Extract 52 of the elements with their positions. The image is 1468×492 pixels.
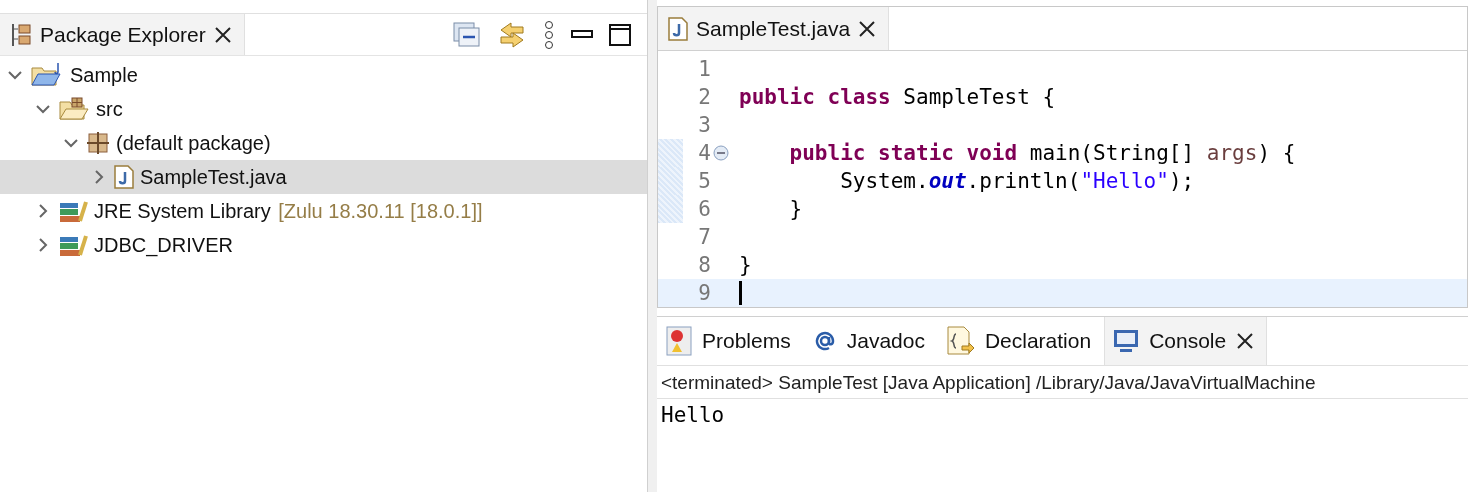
text-cursor [739, 281, 742, 305]
line-number: 5 [697, 169, 711, 193]
line-number: 8 [697, 253, 711, 277]
tree-item-label: src [96, 97, 123, 121]
tree-item-label: SampleTest.java [140, 165, 287, 189]
tree-item[interactable]: src [0, 92, 647, 126]
collapse-icon[interactable] [713, 145, 729, 161]
tree-item[interactable]: JDBC_DRIVER [0, 228, 647, 262]
line-number: 4 [697, 141, 711, 165]
code-line: public class SampleTest { [739, 85, 1056, 109]
tree-item[interactable]: (default package) [0, 126, 647, 160]
line-number: 1 [697, 57, 711, 81]
tree-item-label: JDBC_DRIVER [94, 233, 233, 257]
tree-item-label: JRE System Library [Zulu 18.30.11 [18.0.1]] [94, 199, 483, 223]
line-number: 6 [697, 197, 711, 221]
books-icon [58, 233, 88, 257]
tree-item[interactable]: SampleTest.java [0, 160, 647, 194]
more-vertical-icon[interactable] [543, 19, 555, 50]
line-number: 9 [697, 281, 711, 305]
editor-tab[interactable]: SampleTest.java [658, 7, 890, 50]
declaration-icon [946, 326, 975, 356]
problems-icon [666, 326, 692, 356]
code-line: System.out.println("Hello"); [839, 169, 1195, 193]
package-tree-icon [10, 22, 32, 47]
console-output: Hello [660, 402, 726, 429]
tree-item-label: (default package) [116, 131, 271, 155]
tree-item[interactable]: JRE System Library [Zulu 18.30.11 [18.0.1]] [0, 194, 647, 228]
maximize-icon[interactable] [609, 23, 631, 46]
view-tab[interactable]: Package Explorer [0, 13, 245, 55]
tree-item[interactable]: Sample [0, 58, 647, 92]
collapse-all-icon[interactable] [453, 21, 481, 48]
monitor-icon [1113, 328, 1140, 354]
code-line: } [739, 253, 752, 277]
sync-arrows-icon[interactable] [497, 20, 527, 49]
java-file-icon [114, 165, 134, 189]
line-number: 7 [697, 225, 711, 249]
package-icon [86, 131, 110, 155]
package-folder-icon [58, 97, 90, 121]
close-icon[interactable] [213, 25, 232, 44]
books-icon [58, 199, 88, 223]
java-file-icon [668, 16, 688, 41]
console-description: <terminated> SampleTest [Java Application] /Library/Java/JavaVirtualMachine [657, 366, 1468, 399]
close-icon[interactable] [1236, 332, 1255, 350]
tree-item-label: Sample [70, 63, 138, 87]
line-number: 3 [697, 113, 711, 137]
project-folder-icon [30, 62, 64, 88]
code-line: } [788, 197, 803, 221]
code-line: public static void main(String[] args) { [788, 141, 1296, 165]
minimize-icon[interactable] [571, 29, 593, 40]
close-icon[interactable] [858, 19, 877, 38]
line-number: 2 [697, 85, 711, 109]
view-tab[interactable]: Console [1104, 317, 1268, 365]
